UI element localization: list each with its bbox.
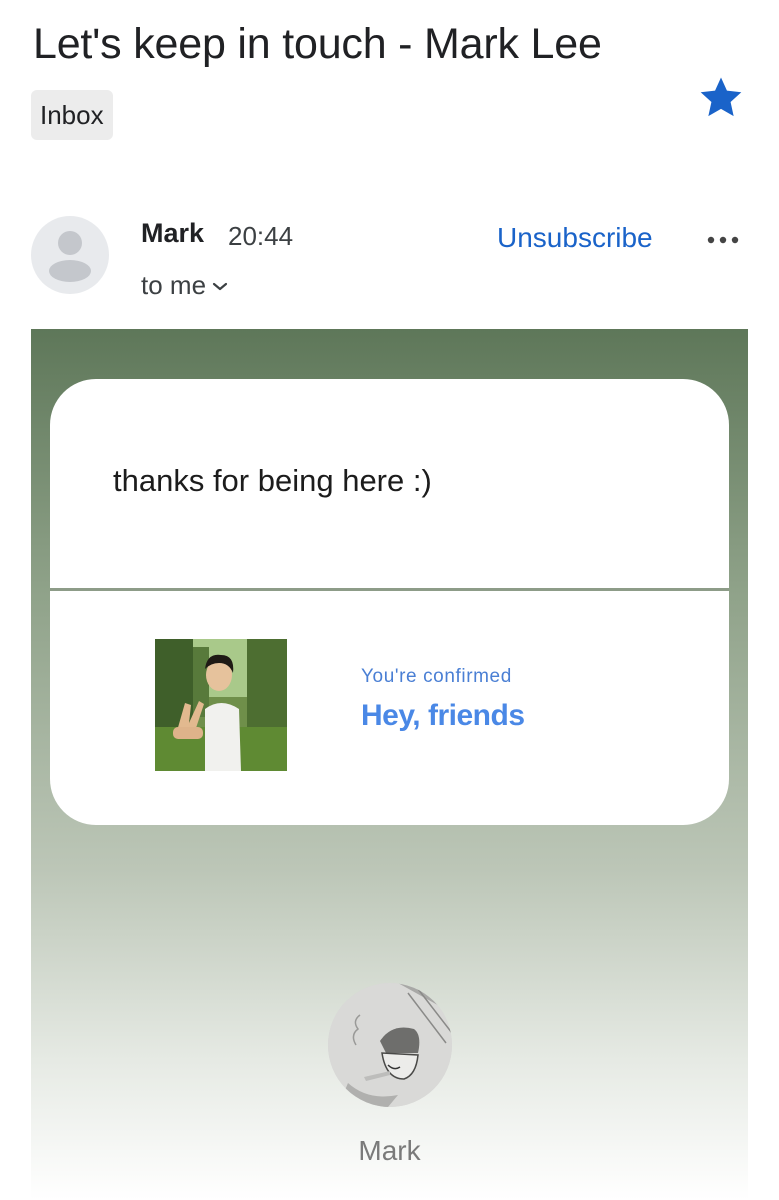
footer-sender-name: Mark	[358, 1135, 421, 1166]
person-placeholder-icon	[49, 231, 91, 282]
star-icon[interactable]	[698, 74, 744, 120]
profile-photo	[155, 639, 287, 771]
sender-avatar[interactable]	[31, 216, 109, 294]
more-options-icon[interactable]	[700, 220, 746, 260]
email-subject: Let's keep in touch - Mark Lee	[33, 20, 602, 68]
sender-name[interactable]: Mark	[141, 218, 204, 249]
footer-avatar	[328, 983, 452, 1107]
email-body: thanks for being here :) You're confirme…	[31, 329, 748, 1200]
inbox-label-chip[interactable]: Inbox	[31, 90, 113, 140]
recipients-label: to me	[141, 270, 207, 300]
chevron-down-icon	[212, 282, 228, 290]
unsubscribe-link[interactable]: Unsubscribe	[497, 222, 653, 254]
recipients-toggle[interactable]: to me	[141, 270, 228, 301]
message-card: thanks for being here :) You're confirme…	[50, 379, 729, 825]
sent-time: 20:44	[228, 221, 294, 251]
card-message: thanks for being here :)	[113, 463, 432, 498]
card-divider	[50, 588, 729, 591]
confirmation-title: Hey, friends	[361, 699, 525, 732]
confirmation-kicker: You're confirmed	[361, 666, 512, 687]
